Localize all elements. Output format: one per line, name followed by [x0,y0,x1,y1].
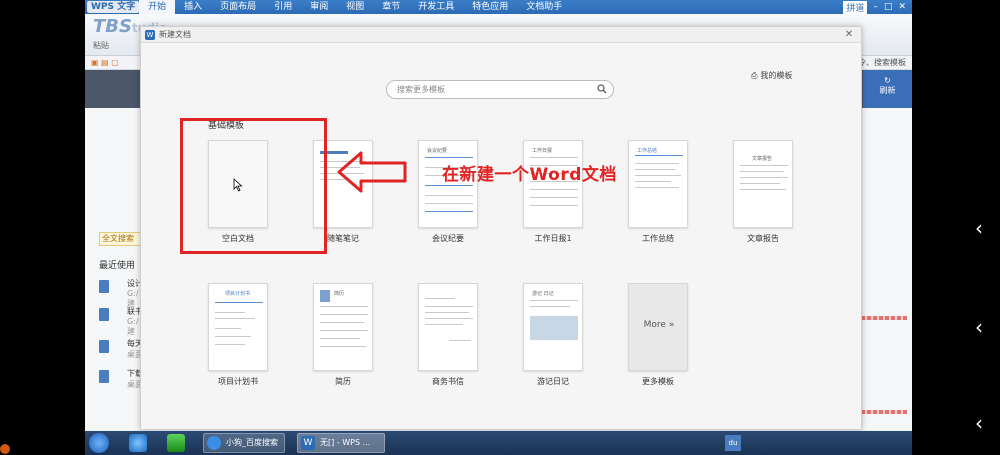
search-icon[interactable] [597,84,607,94]
menu-item-home[interactable]: 开始 [139,0,176,14]
maximize-icon[interactable]: □ [884,2,893,12]
chevron-left-icon[interactable]: ‹ [966,410,992,436]
template-resume[interactable]: 简历 简历 [313,283,373,386]
template-thumbnail[interactable]: 文章报告 [733,140,793,228]
template-label: 文章报告 [747,234,779,243]
template-thumbnail[interactable] [418,283,478,371]
dialog-titlebar: W 新建文档 [141,27,861,43]
template-article-report[interactable]: 文章报告 文章报告 [733,140,793,243]
menu-item-features[interactable]: 特色应用 [463,0,517,14]
menu-item-page-layout[interactable]: 页面布局 [211,0,265,14]
taskbar-wps[interactable]: W 无[] - WPS ... [297,433,385,453]
chevron-left-icon[interactable]: ‹ [966,215,992,241]
menu-item-developer[interactable]: 开发工具 [409,0,463,14]
user-icon: ⎙ [751,70,758,80]
template-label: 更多模板 [642,377,674,386]
dialog-close-icon[interactable]: ✕ [843,29,855,41]
annotation-arrow-icon [337,151,407,193]
template-search-input[interactable] [397,83,587,96]
template-travel-diary[interactable]: 游记 日记 游记日记 [523,283,583,386]
recent-item[interactable]: 联书 G:/建 [99,306,143,336]
photo-placeholder [530,316,578,340]
recent-item[interactable]: 每天 桌面 [99,338,143,364]
annotation-text: 在新建一个Word文档 [442,165,617,185]
menu-bar: WPS 文字 开始 插入 页面布局 引用 审阅 视图 章节 开发工具 特色应用 … [85,0,912,14]
start-page-right-panel [863,70,912,430]
baidu-tray-icon[interactable]: du [725,435,741,451]
ie-icon[interactable] [129,434,147,452]
template-label: 商务书信 [432,377,464,386]
menu-item-section[interactable]: 章节 [373,0,409,14]
template-thumbnail[interactable]: 项目计划书 [208,283,268,371]
menu-item-references[interactable]: 引用 [265,0,301,14]
menu-item-doc-assistant[interactable]: 文档助手 [517,0,571,14]
highlight-box [180,118,327,254]
paste-label[interactable]: 粘贴 [93,40,109,51]
taskbar-baidu[interactable]: 小狗_百度搜索 [203,433,285,453]
template-search[interactable] [386,80,614,99]
media-player-icon[interactable] [167,434,185,452]
doc-icon [99,308,109,321]
taskbar: 小狗_百度搜索 W 无[] - WPS ... du [85,431,912,455]
left-bezel [0,0,85,455]
account-button[interactable]: 拼道 [843,0,868,14]
more-templates-thumbnail[interactable]: More » [628,283,688,371]
close-icon[interactable]: ✕ [898,2,906,12]
doc-icon [99,280,109,293]
recent-title: 最近使用 [99,261,136,271]
refresh-button[interactable]: ↻ 刷新 [863,70,912,108]
menu-item-review[interactable]: 审阅 [301,0,337,14]
quick-access-icons[interactable]: ▣ ▤ ▢ [91,58,119,67]
template-label: 项目计划书 [218,377,258,386]
mouse-cursor-icon [233,178,243,192]
template-label: 工作日报1 [534,234,572,243]
start-button[interactable] [89,433,109,453]
menu-item-insert[interactable]: 插入 [175,0,211,14]
template-label: 简历 [335,377,351,386]
refresh-icon: ↻ [884,76,891,85]
wps-writer-icon: W [145,30,155,40]
minimize-icon[interactable]: – [873,2,878,12]
wps-writer-icon: W [301,436,315,450]
template-meeting-minutes[interactable]: 会议纪要 会议纪要 [418,140,478,243]
recent-item[interactable]: 下载 桌面 [99,368,143,394]
screen: WPS 文字 开始 插入 页面布局 引用 审阅 视图 章节 开发工具 特色应用 … [0,0,1000,455]
chevron-left-icon[interactable]: ‹ [966,314,992,340]
template-daily-report[interactable]: 工作日报 工作日报1 [523,140,583,243]
top-right-controls: 拼道 – □ ✕ [843,0,912,14]
doc-icon [99,340,109,353]
recent-item[interactable]: 设计 G:/建 [99,278,143,308]
template-label: 游记日记 [537,377,569,386]
template-work-summary[interactable]: 工作总结 工作总结 [628,140,688,243]
template-thumbnail[interactable]: 工作总结 [628,140,688,228]
template-thumbnail[interactable]: 简历 [313,283,373,371]
my-templates-link[interactable]: ⎙ 我的模板 [751,70,792,81]
corner-indicator [0,444,10,454]
template-label: 会议纪要 [432,234,464,243]
fulltext-search-button[interactable]: 全文搜索 [99,232,141,246]
template-more[interactable]: More » 更多模板 [628,283,688,386]
template-thumbnail[interactable]: 游记 日记 [523,283,583,371]
template-project-plan[interactable]: 项目计划书 项目计划书 [208,283,268,386]
menu-item-view[interactable]: 视图 [337,0,373,14]
doc-icon [99,370,109,383]
template-business-letter[interactable]: 商务书信 [418,283,478,386]
app-menu-button[interactable]: WPS 文字 [87,1,140,13]
browser-icon [207,436,221,450]
template-label: 工作总结 [642,234,674,243]
